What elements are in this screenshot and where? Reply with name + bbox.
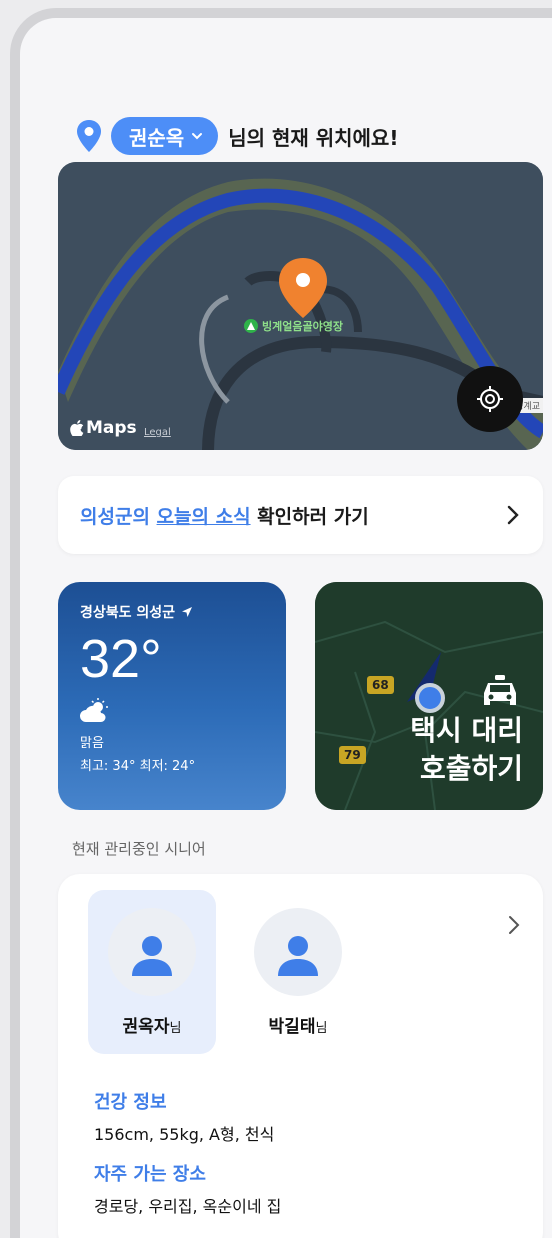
chevron-right-icon[interactable] [507,914,521,936]
frequent-places-title: 자주 가는 장소 [94,1164,206,1185]
news-link: 오늘의 소식 [156,505,251,528]
avatar [254,908,342,996]
road-badge-79: 79 [339,746,366,764]
senior-card: 권옥자님 박길태님 건강 정보 156cm, 55kg, A형, 천식 자주 가… [58,874,543,1238]
user-selector-chip[interactable]: 권순옥 [111,117,219,155]
news-text: 의성군의 오늘의 소식 확인하러 가기 [80,505,369,528]
partly-sunny-icon [80,698,108,722]
health-info-value: 156cm, 55kg, A형, 천식 [94,1125,275,1144]
chevron-right-icon [507,505,519,525]
weather-condition: 맑음 [80,736,104,751]
campsite-icon [244,319,258,333]
weather-widget[interactable]: 경상북도 의성군 32° 맑음 최고: 34° 최저: 24° [58,582,286,810]
taxi-call-button[interactable]: 68 79 택시 대리 호출하기 [315,582,543,810]
home-screen: 권순옥 님의 현재 위치에요! 빙계얼음골야영장 Maps Legal 빙계교 … [20,18,552,1238]
senior-item-0[interactable]: 권옥자님 [88,890,216,1054]
weather-temperature: 32° [80,629,162,689]
section-label: 현재 관리중인 시니어 [72,840,206,858]
weather-range: 최고: 34° 최저: 24° [80,759,196,774]
map-view[interactable]: 빙계얼음골야영장 Maps Legal 빙계교 [58,162,543,450]
health-info-title: 건강 정보 [94,1092,167,1113]
user-name: 권순옥 [129,125,185,150]
person-icon [132,936,172,976]
current-position-marker [415,683,445,713]
crosshair-icon [477,386,503,412]
avatar [108,908,196,996]
map-marker-icon [279,258,327,318]
legal-link[interactable]: Legal [144,427,171,438]
poi-label[interactable]: 빙계얼음골야영장 [244,318,343,334]
location-header: 권순옥 님의 현재 위치에요! [75,114,398,158]
maps-logo: Maps [70,418,137,438]
apple-logo-icon [70,420,84,436]
taxi-icon [484,675,516,705]
poi-name: 빙계얼음골야영장 [262,320,343,333]
phone-frame: 권순옥 님의 현재 위치에요! 빙계얼음골야영장 Maps Legal 빙계교 … [10,8,552,1238]
senior-item-1[interactable]: 박길태님 [234,890,362,1054]
senior-name: 권옥자님 [122,1017,182,1037]
frequent-places-value: 경로당, 우리집, 옥순이네 집 [94,1197,282,1216]
weather-location: 경상북도 의성군 [80,602,264,622]
location-arrow-icon [182,607,193,617]
senior-name: 박길태님 [268,1017,328,1037]
chevron-down-icon [192,133,203,140]
road-badge-68: 68 [367,676,394,694]
today-news-button[interactable]: 의성군의 오늘의 소식 확인하러 가기 [58,476,543,554]
person-icon [278,936,318,976]
current-location-button[interactable] [457,366,523,432]
location-pin-icon [77,120,101,152]
taxi-label: 택시 대리 호출하기 [410,714,523,785]
location-caption: 님의 현재 위치에요! [228,125,399,150]
